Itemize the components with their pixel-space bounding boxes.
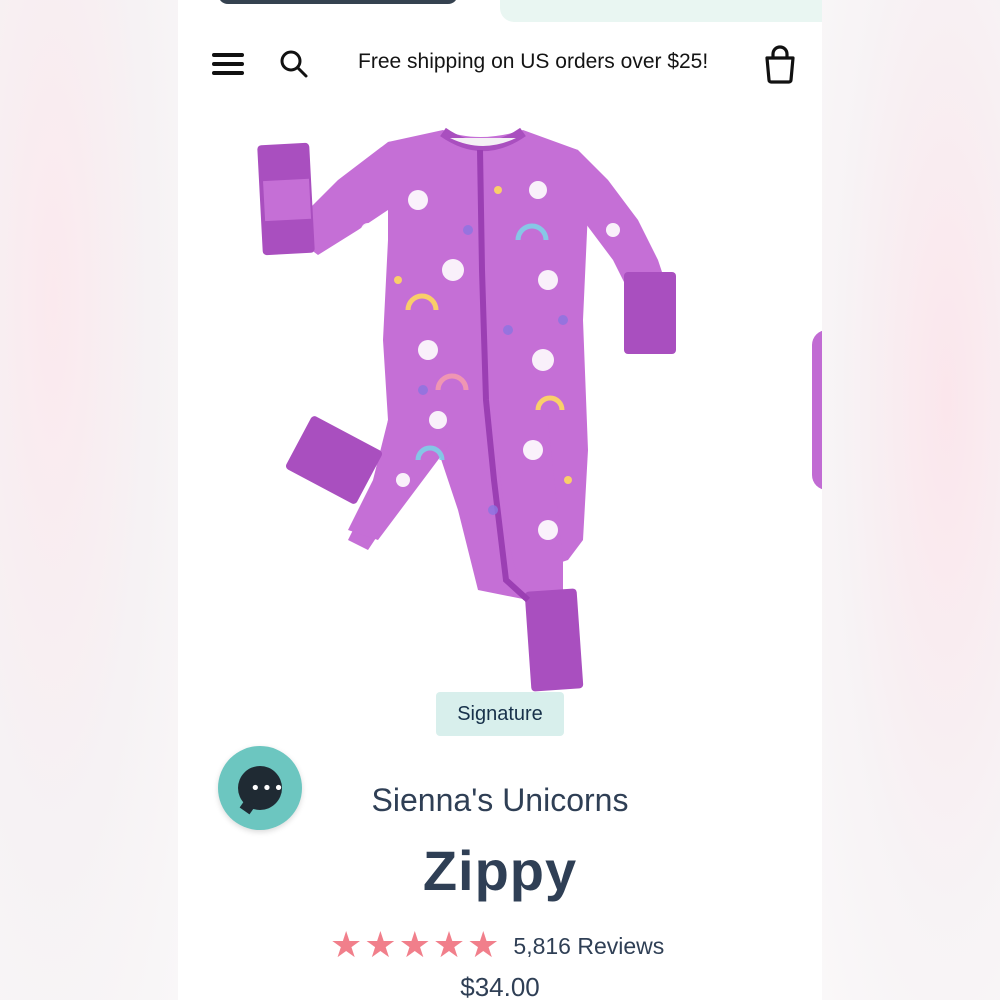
backdrop-right bbox=[822, 0, 1000, 1000]
hamburger-menu-icon-bar bbox=[212, 71, 244, 75]
promo-banner-text: Free shipping on US orders over $25! bbox=[358, 50, 709, 73]
product-image[interactable] bbox=[238, 120, 698, 700]
cart-button[interactable] bbox=[762, 44, 798, 84]
search-icon bbox=[280, 50, 308, 78]
search-button[interactable] bbox=[278, 48, 310, 80]
rating-row: ★ ★ ★ ★ ★ 5,816 Reviews bbox=[330, 926, 664, 966]
site-header: Free shipping on US orders over $25! bbox=[178, 36, 822, 92]
star-icon: ★ bbox=[364, 925, 397, 966]
phone-screen: Free shipping on US orders over $25! Sig… bbox=[178, 0, 822, 1000]
star-icon: ★ bbox=[432, 925, 466, 966]
top-banner-peek bbox=[500, 0, 822, 22]
star-icon: ★ bbox=[467, 925, 500, 966]
hamburger-menu-icon-bar bbox=[212, 62, 244, 66]
star-icon: ★ bbox=[330, 925, 363, 966]
product-price: $34.00 bbox=[460, 972, 540, 1000]
product-title: Zippy bbox=[422, 839, 578, 902]
collection-name: Sienna's Unicorns bbox=[371, 782, 629, 818]
shopping-bag-icon bbox=[765, 45, 795, 84]
signature-badge: Signature bbox=[436, 692, 564, 736]
hamburger-menu-icon bbox=[212, 53, 244, 57]
reviews-link[interactable]: 5,816 Reviews bbox=[513, 933, 664, 960]
previous-screen-peek bbox=[218, 0, 458, 4]
star-rating: ★ ★ ★ ★ ★ bbox=[330, 928, 499, 964]
star-icon: ★ bbox=[398, 925, 431, 966]
menu-button[interactable] bbox=[212, 49, 246, 79]
backdrop-left bbox=[0, 0, 178, 1000]
next-image-peek[interactable] bbox=[812, 330, 822, 490]
